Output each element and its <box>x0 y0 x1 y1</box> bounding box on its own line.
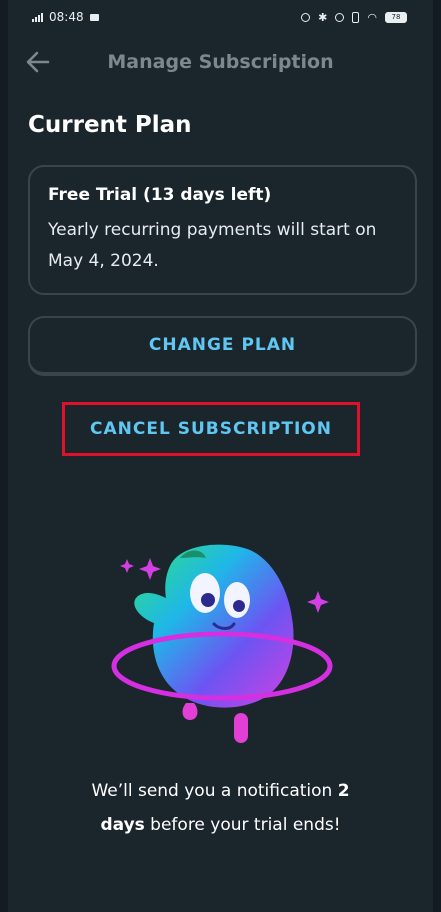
change-plan-button[interactable]: CHANGE PLAN <box>28 316 417 376</box>
trial-notification-text: We’ll send you a notification 2 days bef… <box>91 781 350 835</box>
status-left: 08:48 <box>32 10 99 24</box>
video-icon <box>89 13 99 21</box>
status-right: ✱ ◠ 78 <box>301 11 407 24</box>
back-arrow-icon[interactable] <box>24 48 52 76</box>
current-plan-title: Current Plan <box>28 112 192 138</box>
wifi-icon: ◠ <box>367 10 377 24</box>
alarm-icon <box>335 12 345 22</box>
location-icon <box>301 12 311 22</box>
mascot-illustration <box>111 544 333 743</box>
bluetooth-icon: ✱ <box>318 10 328 24</box>
plan-description: Yearly recurring payments will start on … <box>48 220 377 271</box>
status-time: 08:48 <box>49 10 84 24</box>
battery-icon: 78 <box>385 11 407 23</box>
vibrate-icon <box>352 11 360 23</box>
header: Manage Subscription <box>0 40 441 84</box>
page-title: Manage Subscription <box>107 51 334 73</box>
cancel-subscription-button[interactable]: CANCEL SUBSCRIPTION <box>62 402 360 456</box>
signal-icon <box>32 12 43 22</box>
plan-name: Free Trial (13 days left) <box>48 185 272 205</box>
status-bar: 08:48 ✱ ◠ 78 <box>0 0 441 34</box>
plan-card: Free Trial (13 days left) Yearly recurri… <box>28 165 417 295</box>
